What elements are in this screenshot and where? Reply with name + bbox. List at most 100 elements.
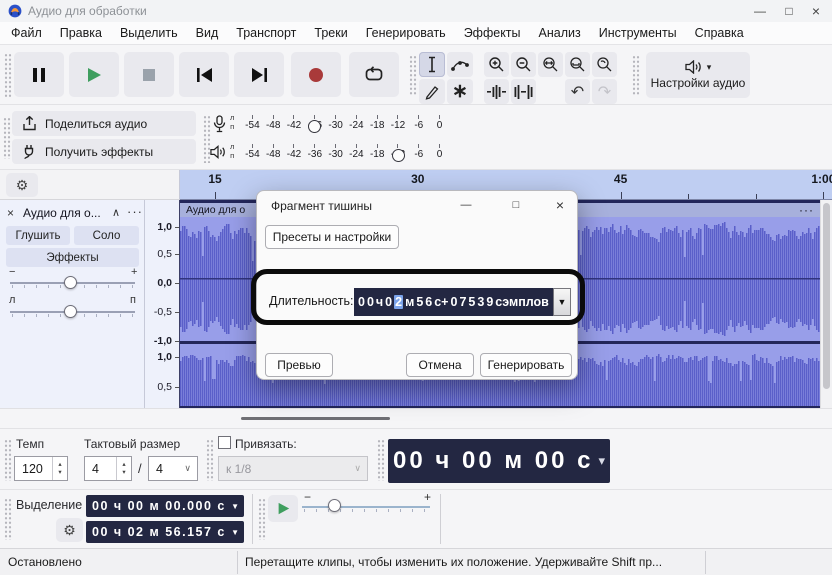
- share-audio-button[interactable]: Поделиться аудио: [12, 111, 196, 136]
- track-title[interactable]: Аудио для о...: [23, 206, 109, 220]
- timesig-upper-input[interactable]: 4 ▴ ▾: [84, 456, 132, 481]
- duration-segment[interactable]: 3: [477, 295, 484, 309]
- snap-checkbox[interactable]: [218, 436, 231, 449]
- tools-toolbar-grip[interactable]: [409, 55, 417, 95]
- duration-segment[interactable]: 0: [367, 295, 374, 309]
- play-speed-grip[interactable]: [258, 498, 266, 540]
- cancel-button[interactable]: Отмена: [406, 353, 474, 377]
- track-collapse-icon[interactable]: ∧: [112, 206, 120, 219]
- duration-segment[interactable]: 6: [425, 295, 432, 309]
- duration-segment[interactable]: 5: [468, 295, 475, 309]
- caret-down-icon[interactable]: ▾: [598, 453, 605, 469]
- menu-item[interactable]: Файл: [2, 22, 51, 45]
- clip-menu-icon[interactable]: ···: [799, 203, 814, 217]
- zoom-fit-button[interactable]: [565, 52, 590, 77]
- menu-item[interactable]: Треки: [305, 22, 356, 45]
- share-toolbar-grip[interactable]: [3, 117, 11, 159]
- pause-button[interactable]: [14, 52, 64, 97]
- zoom-selection-button[interactable]: [538, 52, 563, 77]
- speed-slider-track[interactable]: [302, 506, 430, 508]
- envelope-tool-button[interactable]: [447, 52, 473, 77]
- menu-item[interactable]: Вид: [187, 22, 228, 45]
- redo-button[interactable]: ↷: [592, 79, 617, 104]
- dialog-maximize-button[interactable]: □: [505, 195, 527, 215]
- silence-audio-button[interactable]: [511, 79, 536, 104]
- horizontal-scrollbar[interactable]: [0, 408, 832, 428]
- skip-to-start-button[interactable]: [179, 52, 229, 97]
- audio-setup-grip[interactable]: [632, 55, 640, 95]
- close-button[interactable]: ×: [802, 0, 830, 22]
- presets-settings-button[interactable]: Пресеты и настройки: [265, 225, 399, 249]
- zoom-toggle-button[interactable]: [592, 52, 617, 77]
- selection-tool-button[interactable]: [419, 52, 445, 77]
- skip-to-end-button[interactable]: [234, 52, 284, 97]
- undo-button[interactable]: ↶: [565, 79, 590, 104]
- preview-button[interactable]: Превью: [265, 353, 333, 377]
- play-button[interactable]: [69, 52, 119, 97]
- duration-segment[interactable]: 7: [459, 295, 466, 309]
- vertical-scrollbar[interactable]: [820, 200, 832, 408]
- timesig-lower-select[interactable]: 4 ∨: [148, 456, 198, 481]
- duration-segment[interactable]: 0: [358, 295, 365, 309]
- horizontal-scrollbar-thumb[interactable]: [241, 417, 390, 420]
- dropdown-icon[interactable]: ▼: [231, 502, 239, 511]
- menu-item[interactable]: Правка: [51, 22, 111, 45]
- dropdown-icon[interactable]: ▼: [231, 528, 239, 537]
- stop-button[interactable]: [124, 52, 174, 97]
- record-button[interactable]: [291, 52, 341, 97]
- menu-item[interactable]: Анализ: [530, 22, 590, 45]
- duration-digit-selected[interactable]: 2: [394, 295, 404, 309]
- snap-select[interactable]: к 1/8 ∨: [218, 456, 368, 481]
- solo-button[interactable]: Соло: [74, 226, 139, 245]
- vertical-scale-ruler[interactable]: 1,0 0,5 0,0 -0,5 -1,0 1,0 0,5: [145, 200, 180, 408]
- spin-up-icon[interactable]: ▴: [122, 461, 125, 468]
- spin-down-icon[interactable]: ▾: [122, 469, 125, 476]
- tempo-input[interactable]: 120 ▴ ▾: [14, 456, 68, 481]
- menu-item[interactable]: Эффекты: [455, 22, 530, 45]
- tempo-grip[interactable]: [4, 439, 12, 481]
- duration-segment[interactable]: ч: [376, 295, 383, 309]
- menu-item[interactable]: Инструменты: [590, 22, 686, 45]
- draw-tool-button[interactable]: [419, 79, 445, 104]
- menu-item[interactable]: Генерировать: [357, 22, 455, 45]
- menu-item[interactable]: Справка: [686, 22, 753, 45]
- zoom-in-button[interactable]: [484, 52, 509, 77]
- effects-button[interactable]: Эффекты: [6, 248, 139, 267]
- generate-button[interactable]: Генерировать: [480, 353, 572, 377]
- menu-item[interactable]: Транспорт: [227, 22, 305, 45]
- play-at-speed-button[interactable]: [268, 495, 298, 522]
- playback-meter-scale[interactable]: -54-48-42-36-30-24-18-12-60: [242, 141, 450, 167]
- multi-tool-button[interactable]: ∗: [447, 79, 473, 104]
- record-meter-scale[interactable]: -54-48-42-36-30-24-18-12-60: [242, 112, 450, 138]
- duration-segment[interactable]: 0: [451, 295, 458, 309]
- timeline-options-button[interactable]: ⚙: [6, 173, 38, 197]
- vertical-scrollbar-thumb[interactable]: [823, 203, 830, 389]
- duration-segment[interactable]: 9: [486, 295, 493, 309]
- audio-setup-button[interactable]: ▾ Настройки аудио: [646, 52, 750, 98]
- duration-segment[interactable]: м: [405, 295, 414, 309]
- zoom-out-button[interactable]: [511, 52, 536, 77]
- spin-up-icon[interactable]: ▴: [58, 461, 61, 468]
- selection-end-field[interactable]: 00 ч 02 м 56.157 с ▼: [86, 521, 244, 543]
- timesig-spinner[interactable]: ▴ ▾: [116, 457, 131, 480]
- get-effects-button[interactable]: Получить эффекты: [12, 139, 196, 164]
- audio-position-display[interactable]: 00 ч 00 м 00 с ▾: [388, 439, 610, 483]
- duration-field[interactable]: 0 0 ч 0 2 м 5 6 с+ 0 7 5 3 9 сэмплов: [354, 288, 553, 316]
- time-grip[interactable]: [377, 439, 385, 481]
- track-menu-icon[interactable]: ···: [127, 204, 143, 219]
- dialog-minimize-button[interactable]: —: [455, 195, 477, 215]
- snap-grip[interactable]: [206, 439, 214, 481]
- duration-segment[interactable]: сэмплов: [495, 295, 549, 309]
- selection-options-button[interactable]: ⚙: [56, 518, 83, 542]
- spin-down-icon[interactable]: ▾: [58, 469, 61, 476]
- loop-button[interactable]: [349, 52, 399, 97]
- trim-audio-button[interactable]: [484, 79, 509, 104]
- minimize-button[interactable]: —: [746, 0, 774, 22]
- pan-slider-knob[interactable]: [64, 305, 77, 318]
- dialog-close-button[interactable]: ×: [549, 195, 571, 215]
- duration-segment[interactable]: с+: [434, 295, 448, 309]
- menu-item[interactable]: Выделить: [111, 22, 187, 45]
- maximize-button[interactable]: □: [775, 0, 803, 22]
- duration-dropdown-button[interactable]: ▼: [553, 288, 571, 316]
- speed-slider-knob[interactable]: [328, 499, 341, 512]
